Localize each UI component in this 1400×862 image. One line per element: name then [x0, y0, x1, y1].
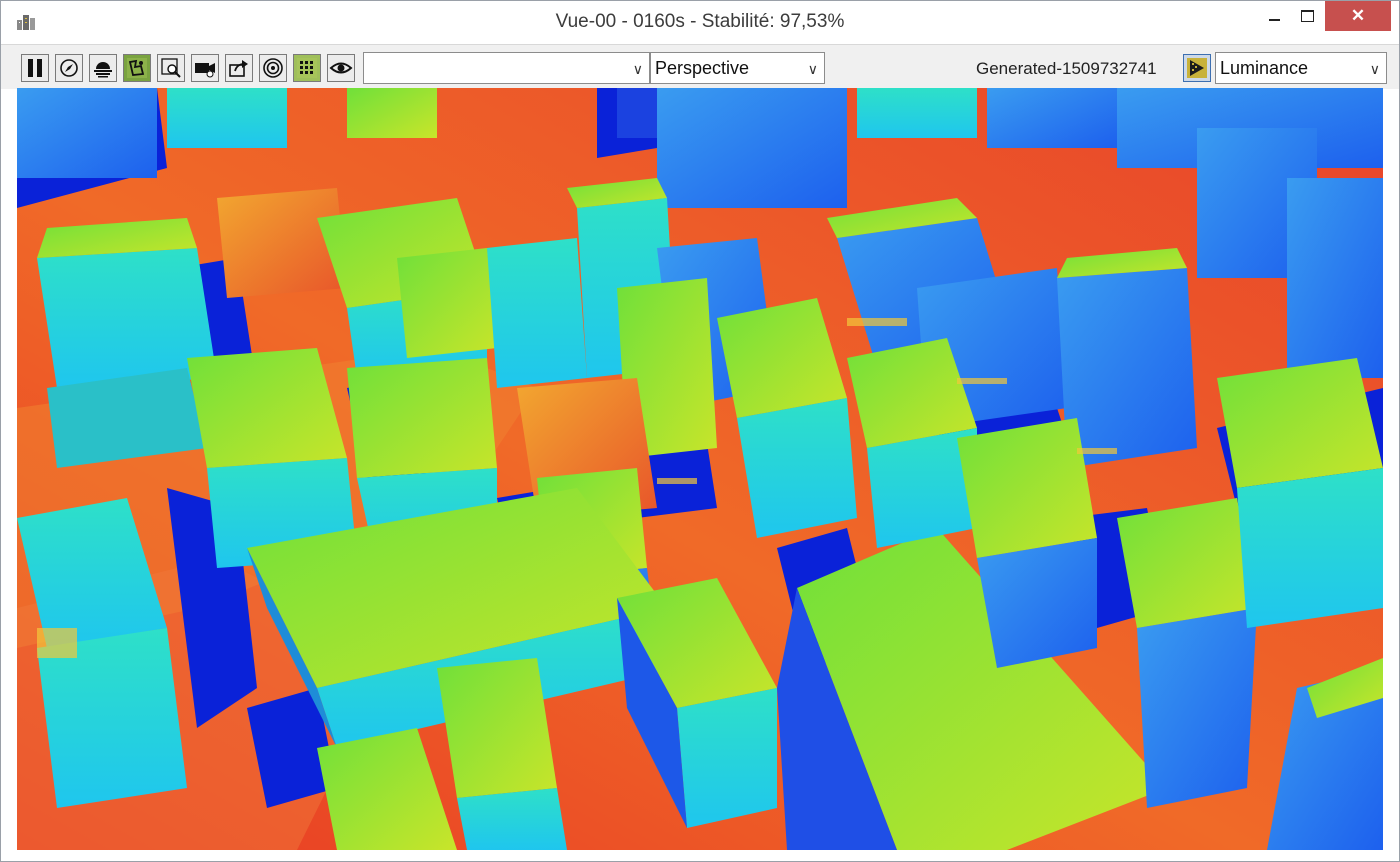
target-icon: [263, 58, 283, 78]
chevron-down-icon: ∨: [632, 61, 643, 77]
grid-button[interactable]: [293, 54, 321, 82]
compass-icon: [60, 59, 78, 77]
pause-button[interactable]: [21, 54, 49, 82]
display-mode-selector-value: Luminance: [1220, 57, 1309, 78]
camera-record-icon: [195, 63, 215, 78]
maximize-button[interactable]: [1291, 1, 1323, 31]
camera-record-button[interactable]: [191, 54, 219, 82]
grid-icon: [297, 58, 317, 78]
sun-button[interactable]: [89, 54, 117, 82]
view-selector[interactable]: ∨: [363, 52, 650, 84]
target-button[interactable]: [259, 54, 287, 82]
green-map-icon: [127, 58, 147, 78]
eye-button[interactable]: [327, 54, 355, 82]
close-button[interactable]: ✕: [1325, 1, 1391, 31]
chevron-down-icon: ∨: [807, 61, 818, 77]
minimize-button[interactable]: [1257, 1, 1291, 31]
zoom-region-button[interactable]: [157, 54, 185, 82]
display-mode-button[interactable]: [1183, 54, 1211, 82]
luminance-render-image: [17, 88, 1383, 850]
toolbar: ∨ Perspective ∨ Generated-1509732741 Lum…: [1, 44, 1399, 89]
display-mode-selector[interactable]: Luminance ∨: [1215, 52, 1387, 84]
palette-arrow-icon: [1187, 58, 1207, 78]
sun-icon: [94, 62, 112, 78]
map-button[interactable]: [123, 54, 151, 82]
compass-button[interactable]: [55, 54, 83, 82]
title-bar[interactable]: Vue-00 - 0160s - Stabilité: 97,53% ✕: [1, 1, 1399, 43]
export-button[interactable]: [225, 54, 253, 82]
render-viewport[interactable]: [17, 88, 1383, 850]
projection-selector[interactable]: Perspective ∨: [650, 52, 825, 84]
minimize-icon: [1268, 19, 1280, 21]
projection-selector-value: Perspective: [655, 57, 750, 78]
app-window: Vue-00 - 0160s - Stabilité: 97,53% ✕ ∨ P…: [0, 0, 1400, 862]
generated-label: Generated-1509732741: [976, 59, 1157, 78]
pause-icon: [28, 59, 42, 77]
chevron-down-icon: ∨: [1369, 61, 1380, 77]
eye-icon: [329, 62, 353, 74]
zoom-region-icon: [161, 58, 181, 78]
export-icon: [229, 60, 248, 77]
window-title: Vue-00 - 0160s - Stabilité: 97,53%: [555, 11, 845, 32]
maximize-icon: [1300, 10, 1314, 22]
